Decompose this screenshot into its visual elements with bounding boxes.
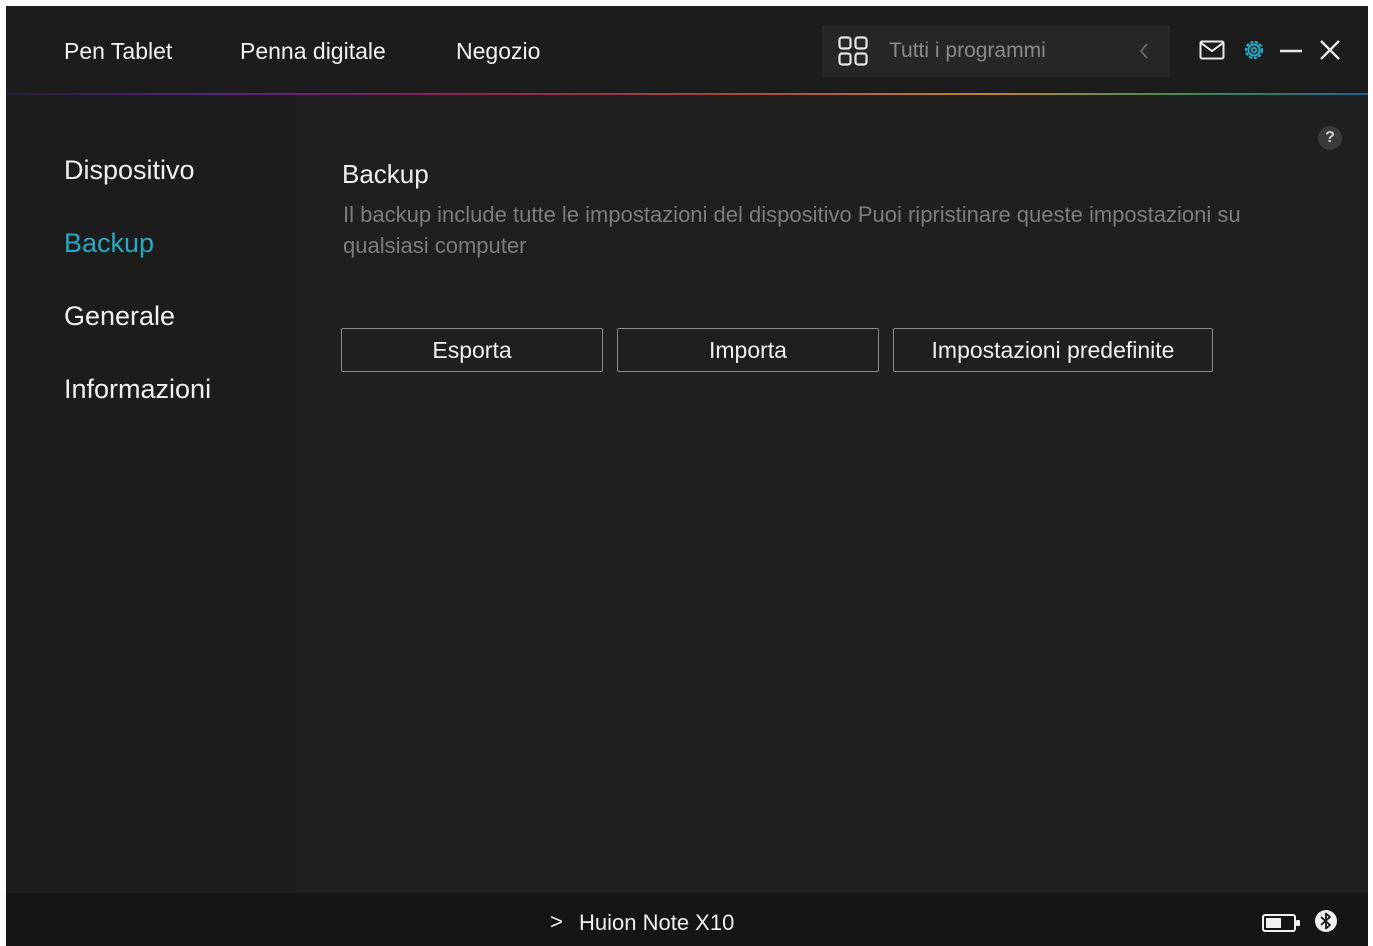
nav-pen-tablet[interactable]: Pen Tablet bbox=[64, 37, 172, 65]
gear-icon[interactable] bbox=[1242, 38, 1266, 62]
sidebar-item-backup[interactable]: Backup bbox=[64, 228, 154, 259]
main-panel: ? Backup Il backup include tutte le impo… bbox=[296, 95, 1368, 893]
top-bar: Pen Tablet Penna digitale Negozio Tutti … bbox=[6, 6, 1368, 95]
page-description: Il backup include tutte le impostazioni … bbox=[343, 202, 1241, 258]
export-button[interactable]: Esporta bbox=[341, 328, 603, 372]
help-icon[interactable]: ? bbox=[1318, 126, 1342, 150]
bluetooth-icon bbox=[1315, 910, 1337, 932]
grid-icon bbox=[838, 36, 868, 66]
programs-label: Tutti i programmi bbox=[889, 39, 1046, 62]
sidebar-item-dispositivo[interactable]: Dispositivo bbox=[64, 155, 195, 186]
sidebar-item-generale[interactable]: Generale bbox=[64, 301, 175, 332]
mail-icon[interactable] bbox=[1199, 40, 1225, 60]
app-window: Pen Tablet Penna digitale Negozio Tutti … bbox=[6, 6, 1368, 946]
import-button[interactable]: Importa bbox=[617, 328, 879, 372]
default-settings-button[interactable]: Impostazioni predefinite bbox=[893, 328, 1213, 372]
sidebar-item-informazioni[interactable]: Informazioni bbox=[64, 374, 211, 405]
status-bar: > Huion Note X10 bbox=[6, 893, 1368, 946]
minimize-icon[interactable] bbox=[1279, 39, 1303, 63]
battery-icon bbox=[1262, 914, 1300, 932]
chevron-right-icon[interactable]: > bbox=[550, 909, 563, 935]
close-icon[interactable] bbox=[1319, 39, 1341, 61]
programs-selector[interactable]: Tutti i programmi bbox=[822, 25, 1170, 77]
sidebar: Dispositivo Backup Generale Informazioni bbox=[6, 95, 296, 893]
page-title: Backup bbox=[342, 159, 429, 189]
nav-negozio[interactable]: Negozio bbox=[456, 37, 540, 65]
nav-penna-digitale[interactable]: Penna digitale bbox=[240, 37, 386, 65]
device-name[interactable]: Huion Note X10 bbox=[579, 910, 734, 936]
chevron-left-icon[interactable] bbox=[1138, 41, 1150, 61]
